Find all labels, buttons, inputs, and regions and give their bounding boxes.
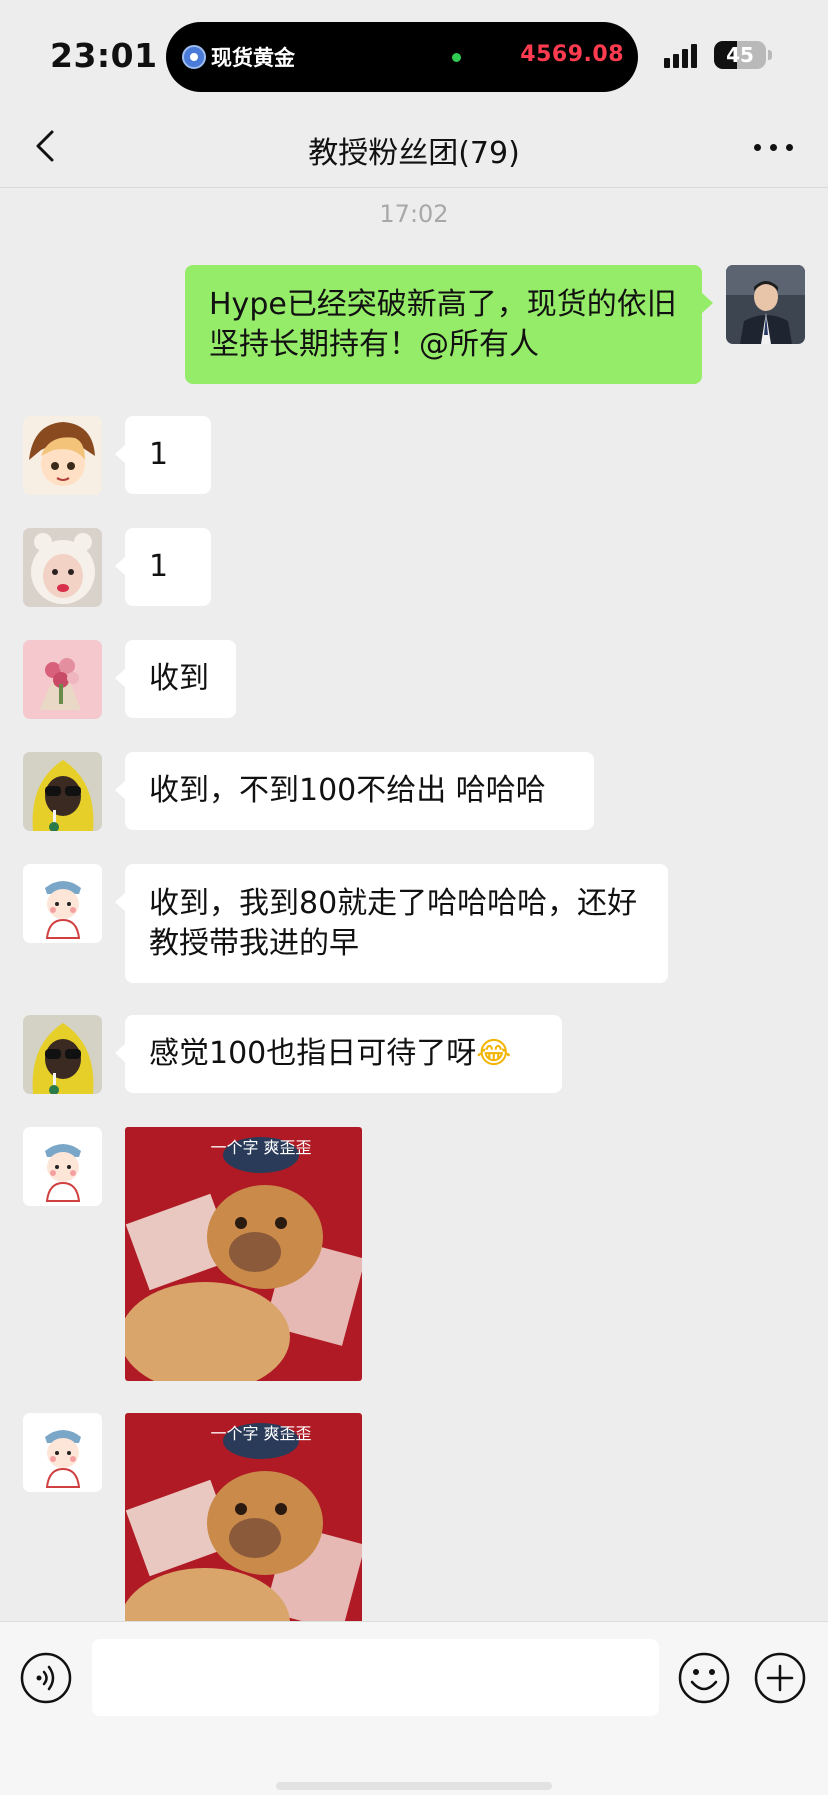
chat-title: 教授粉丝团(79): [308, 136, 520, 171]
message-bubble-incoming[interactable]: 收到，我到80就走了哈哈哈哈，还好教授带我进的早: [115, 864, 668, 983]
avatar-image: [23, 640, 102, 719]
battery-level: 45: [726, 43, 754, 67]
more-dot: [754, 144, 761, 151]
sticker-caption: 一个字 爽歪歪: [210, 1138, 311, 1157]
avatar-image: [23, 528, 102, 607]
voice-button[interactable]: [20, 1652, 72, 1704]
message-text: 收到: [149, 661, 209, 696]
member-avatar[interactable]: [23, 864, 102, 943]
member-avatar[interactable]: [23, 528, 102, 607]
avatar-image: [23, 416, 102, 495]
island-label: 现货黄金: [211, 46, 295, 70]
more-functions-button[interactable]: [754, 1652, 806, 1704]
more-dot: [786, 144, 793, 151]
avatar-image: [23, 864, 102, 943]
island-price: 4569.08: [520, 42, 624, 67]
more-button[interactable]: [752, 132, 796, 162]
home-indicator: [276, 1782, 552, 1790]
avatar-image: [23, 1127, 102, 1206]
chat-area[interactable]: 17:02 Hype已经突破新高了，现货的依旧坚持长期持有！@所有人 1 1 收…: [0, 189, 828, 1621]
status-bar: 23:01 现货黄金 4569.08 45: [0, 0, 828, 110]
emoji-button[interactable]: [678, 1652, 730, 1704]
member-avatar[interactable]: [23, 416, 102, 495]
live-dot-icon: [452, 53, 461, 62]
message-bubble-incoming[interactable]: 1: [115, 528, 211, 606]
sticker-image[interactable]: 一个字 爽歪歪: [125, 1127, 362, 1381]
sticker-caption: 一个字 爽歪歪: [210, 1424, 311, 1443]
dog-money-sticker: 一个字 爽歪歪: [125, 1413, 362, 1621]
member-avatar[interactable]: [23, 1015, 102, 1094]
laughing-emoji-icon: 😂: [476, 1036, 512, 1071]
avatar-image: [726, 265, 805, 344]
battery-cap: [768, 50, 772, 60]
dog-money-sticker: 一个字 爽歪歪: [125, 1127, 362, 1381]
member-avatar[interactable]: [23, 1127, 102, 1206]
battery-icon: 45: [714, 41, 766, 69]
cellular-signal-icon: [664, 42, 704, 68]
voice-icon: [20, 1652, 72, 1704]
member-avatar[interactable]: [23, 1413, 102, 1492]
message-text: 1: [149, 437, 169, 472]
live-activity-island[interactable]: 现货黄金 4569.08: [166, 22, 638, 92]
avatar-image: [23, 752, 102, 831]
message-timestamp: 17:02: [379, 200, 449, 228]
member-avatar[interactable]: [23, 640, 102, 719]
message-text: 感觉100也指日可待了呀: [149, 1036, 477, 1071]
member-avatar[interactable]: [23, 752, 102, 831]
sticker-image[interactable]: 一个字 爽歪歪: [125, 1413, 362, 1621]
message-bubble-outgoing[interactable]: Hype已经突破新高了，现货的依旧坚持长期持有！@所有人: [185, 265, 713, 384]
message-bubble-incoming[interactable]: 收到，不到100不给出 哈哈哈: [115, 752, 594, 830]
message-bubble-incoming[interactable]: 感觉100也指日可待了呀 😂: [115, 1015, 562, 1093]
more-dot: [770, 144, 777, 151]
plus-icon: [754, 1652, 806, 1704]
avatar-image: [23, 1413, 102, 1492]
message-text: 1: [149, 549, 169, 584]
message-text: Hype已经突破新高了，现货的依旧坚持长期持有！@所有人: [209, 286, 677, 362]
my-avatar[interactable]: [726, 265, 805, 344]
message-input[interactable]: [92, 1639, 659, 1716]
gold-app-icon: [182, 45, 206, 69]
message-bubble-incoming[interactable]: 1: [115, 416, 211, 494]
message-bubble-incoming[interactable]: 收到: [115, 640, 236, 718]
emoji-icon: [678, 1652, 730, 1704]
message-text: 收到，不到100不给出 哈哈哈: [149, 773, 546, 808]
input-bar: [0, 1621, 828, 1795]
avatar-image: [23, 1015, 102, 1094]
nav-bar: 教授粉丝团(79): [0, 110, 828, 188]
message-text: 收到，我到80就走了哈哈哈哈，还好教授带我进的早: [149, 885, 638, 961]
status-time: 23:01: [50, 36, 158, 75]
